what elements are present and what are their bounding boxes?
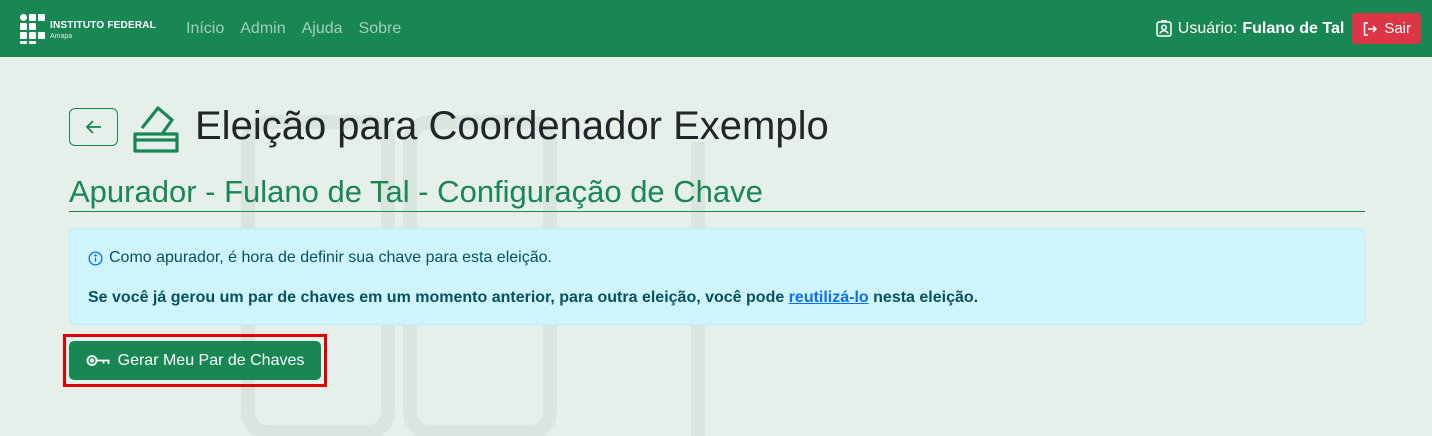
- page-title: Eleição para Coordenador Exemplo: [195, 104, 829, 148]
- brand-campus: Amapá: [50, 33, 73, 40]
- logout-label: Sair: [1384, 20, 1411, 37]
- top-navbar: INSTITUTO FEDERAL Amapá Início Admin Aju…: [0, 0, 1432, 57]
- nav-link-inicio[interactable]: Início: [186, 20, 224, 38]
- logout-button[interactable]: Sair: [1352, 13, 1421, 44]
- logo-icon: [20, 13, 46, 44]
- user-info: Usuário: Fulano de Tal: [1156, 19, 1345, 38]
- brand-name: INSTITUTO FEDERAL: [50, 20, 156, 31]
- user-badge-icon: [1156, 20, 1172, 37]
- reuse-key-link[interactable]: reutilizá-lo: [789, 289, 869, 306]
- alert-reuse-suffix: nesta eleição.: [868, 289, 979, 306]
- key-icon: [86, 355, 110, 366]
- nav-link-admin[interactable]: Admin: [240, 20, 285, 38]
- alert-info-text: Como apurador, é hora de definir sua cha…: [109, 249, 552, 266]
- nav-right: Usuário: Fulano de Tal Sair: [1156, 13, 1421, 44]
- ballot-box-icon: [133, 106, 179, 153]
- alert-reuse-prefix: Se você já gerou um par de chaves em um …: [88, 289, 789, 306]
- back-button[interactable]: [69, 108, 118, 146]
- info-circle-icon: [88, 250, 103, 266]
- alert-reuse-line: Se você já gerou um par de chaves em um …: [88, 289, 978, 307]
- nav-link-ajuda[interactable]: Ajuda: [302, 20, 343, 38]
- alert-info-line: Como apurador, é hora de definir sua cha…: [88, 249, 552, 267]
- brand-logo[interactable]: INSTITUTO FEDERAL Amapá: [20, 13, 156, 44]
- user-label: Usuário:: [1177, 19, 1238, 37]
- nav-links: Início Admin Ajuda Sobre: [186, 20, 401, 38]
- logout-icon: [1364, 21, 1378, 36]
- generate-keypair-label: Gerar Meu Par de Chaves: [117, 351, 305, 369]
- page-subtitle: Apurador - Fulano de Tal - Configuração …: [69, 172, 1365, 212]
- nav-link-sobre[interactable]: Sobre: [359, 20, 402, 38]
- info-alert: Como apurador, é hora de definir sua cha…: [69, 228, 1365, 325]
- arrow-left-icon: [85, 120, 101, 134]
- user-name: Fulano de Tal: [1242, 19, 1345, 37]
- generate-keypair-button[interactable]: Gerar Meu Par de Chaves: [69, 341, 321, 380]
